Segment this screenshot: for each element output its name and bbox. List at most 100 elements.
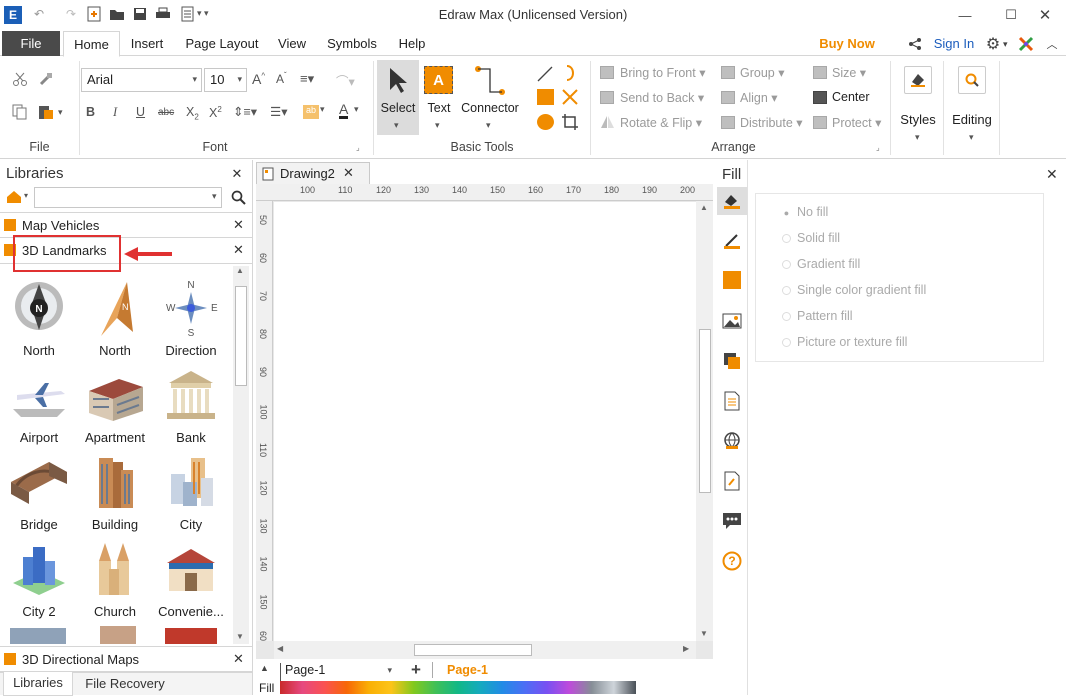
line-property-icon[interactable] bbox=[717, 227, 747, 255]
copy-icon[interactable] bbox=[10, 102, 30, 122]
search-dropdown-icon[interactable]: ▾ bbox=[212, 191, 217, 202]
fill-option-gradient-fill[interactable]: Gradient fill bbox=[782, 257, 860, 271]
tab-symbols[interactable]: Symbols bbox=[321, 31, 383, 56]
library-item-airport[interactable]: Airport bbox=[1, 359, 77, 446]
library-item-direction[interactable]: N S W E Direction bbox=[153, 272, 229, 359]
close-libraries-icon[interactable]: ✕ bbox=[229, 166, 245, 182]
library-item-apartment[interactable]: Apartment bbox=[77, 359, 153, 446]
horizontal-scroll-thumb[interactable] bbox=[414, 644, 532, 656]
send-to-back-button[interactable]: Send to Back ▾ bbox=[620, 90, 704, 105]
page-select[interactable]: Page-1 ▾ bbox=[280, 663, 396, 681]
sign-in-link[interactable]: Sign In bbox=[930, 31, 978, 56]
text-tool-button[interactable]: A Text ▾ bbox=[421, 60, 457, 135]
rectangle-tool-icon[interactable] bbox=[537, 89, 554, 105]
tab-file-recovery[interactable]: File Recovery bbox=[78, 673, 172, 695]
font-color-dropdown-icon[interactable]: ▾ bbox=[354, 104, 359, 115]
hyperlink-property-icon[interactable] bbox=[717, 427, 747, 455]
subscript-icon[interactable]: X2 bbox=[186, 105, 199, 122]
styles-button[interactable]: Styles ▾ bbox=[893, 60, 943, 150]
fill-option-single-color-gradient-fill[interactable]: Single color gradient fill bbox=[782, 283, 926, 297]
share-icon[interactable] bbox=[906, 35, 924, 53]
grow-font-icon[interactable]: A^ bbox=[252, 71, 265, 87]
tab-insert[interactable]: Insert bbox=[124, 31, 170, 56]
highlight-dropdown-icon[interactable]: ▾ bbox=[320, 104, 325, 115]
bring-to-front-button[interactable]: Bring to Front ▾ bbox=[620, 65, 705, 80]
text-align-icon[interactable]: ≡▾ bbox=[300, 71, 314, 87]
attachment-property-icon[interactable] bbox=[717, 467, 747, 495]
protect-button[interactable]: Protect ▾ bbox=[832, 115, 881, 130]
image-property-icon[interactable] bbox=[717, 307, 747, 335]
ellipse-tool-icon[interactable] bbox=[537, 114, 554, 130]
tab-libraries[interactable]: Libraries bbox=[3, 672, 73, 696]
document-tab[interactable]: Drawing2 ✕ bbox=[256, 162, 370, 184]
close-section-icon[interactable]: ✕ bbox=[233, 651, 244, 667]
library-scrollbar[interactable]: ▲ ▼ bbox=[233, 266, 249, 644]
drawing-page[interactable] bbox=[274, 202, 696, 641]
rotate-flip-button[interactable]: Rotate & Flip ▾ bbox=[620, 115, 702, 130]
home-icon[interactable] bbox=[5, 188, 23, 206]
center-button[interactable]: Center bbox=[832, 90, 870, 104]
format-painter-icon[interactable] bbox=[36, 69, 56, 89]
bold-icon[interactable]: B bbox=[86, 105, 95, 119]
fill-option-solid-fill[interactable]: Solid fill bbox=[782, 231, 840, 245]
horizontal-scrollbar[interactable]: ◀ ▶ bbox=[274, 641, 696, 659]
paste-dropdown-icon[interactable]: ▾ bbox=[58, 107, 63, 118]
arrange-dialog-launcher-icon[interactable]: ⌟ bbox=[876, 143, 880, 152]
cross-tool-icon[interactable] bbox=[561, 88, 579, 106]
color-palette[interactable] bbox=[280, 681, 636, 694]
minimize-button[interactable]: — bbox=[942, 0, 988, 30]
paste-icon[interactable] bbox=[36, 102, 56, 122]
close-fill-pane-icon[interactable]: ✕ bbox=[1046, 166, 1058, 183]
page-collapse-icon[interactable]: ▲ bbox=[260, 663, 269, 673]
fill-option-no-fill[interactable]: ● No fill bbox=[782, 205, 828, 219]
apps-icon[interactable] bbox=[1017, 35, 1035, 53]
italic-icon[interactable]: I bbox=[113, 105, 117, 120]
font-size-select[interactable]: 10 ▾ bbox=[204, 68, 247, 92]
align-button[interactable]: Align ▾ bbox=[740, 90, 778, 105]
tab-page-layout[interactable]: Page Layout bbox=[178, 31, 266, 56]
close-section-icon[interactable]: ✕ bbox=[233, 242, 244, 258]
shadow-property-icon[interactable] bbox=[723, 271, 741, 289]
connector-tool-button[interactable]: Connector ▾ bbox=[459, 60, 521, 135]
library-item-church[interactable]: Church bbox=[77, 533, 153, 620]
line-spacing-icon[interactable]: ⇕≡▾ bbox=[233, 104, 257, 119]
close-document-icon[interactable]: ✕ bbox=[343, 165, 354, 181]
text-direction-icon[interactable]: ⌒▾ bbox=[336, 71, 355, 90]
cut-icon[interactable] bbox=[10, 69, 30, 89]
vertical-scrollbar[interactable]: ▲ ▼ bbox=[696, 201, 713, 641]
group-button[interactable]: Group ▾ bbox=[740, 65, 785, 80]
settings-gear-icon[interactable]: ⚙ bbox=[983, 34, 1003, 54]
settings-dropdown-icon[interactable]: ▾ bbox=[1003, 39, 1008, 50]
font-color-icon[interactable]: A bbox=[339, 102, 349, 119]
fill-option-picture-or-texture-fill[interactable]: Picture or texture fill bbox=[782, 335, 907, 349]
crop-tool-icon[interactable] bbox=[561, 113, 579, 131]
fill-option-pattern-fill[interactable]: Pattern fill bbox=[782, 309, 853, 323]
library-item-city[interactable]: City bbox=[153, 446, 229, 533]
vertical-scroll-thumb[interactable] bbox=[699, 329, 711, 493]
tab-file[interactable]: File bbox=[2, 31, 60, 56]
close-button[interactable]: ✕ bbox=[1022, 0, 1066, 30]
buy-now-link[interactable]: Buy Now bbox=[815, 31, 879, 56]
editing-button[interactable]: Editing ▾ bbox=[945, 60, 999, 150]
search-icon[interactable] bbox=[229, 188, 247, 206]
library-section-3d-directional-maps[interactable]: 3D Directional Maps ✕ bbox=[0, 646, 252, 672]
size-button[interactable]: Size ▾ bbox=[832, 65, 866, 80]
collapse-ribbon-icon[interactable]: ︿ bbox=[1043, 35, 1061, 53]
library-item-bank[interactable]: Bank bbox=[153, 359, 229, 446]
library-search-input[interactable] bbox=[34, 187, 222, 208]
home-dropdown-icon[interactable]: ▾ bbox=[24, 191, 28, 200]
superscript-icon[interactable]: X2 bbox=[209, 105, 222, 120]
shrink-font-icon[interactable]: Aˇ bbox=[276, 71, 287, 86]
text-highlight-icon[interactable]: ab bbox=[303, 105, 319, 119]
font-dialog-launcher-icon[interactable]: ⌟ bbox=[356, 143, 360, 152]
tab-view[interactable]: View bbox=[271, 31, 313, 56]
library-item-north-arrow[interactable]: N North bbox=[77, 272, 153, 359]
underline-icon[interactable]: U bbox=[136, 105, 145, 119]
line-tool-icon[interactable] bbox=[536, 65, 554, 83]
font-name-select[interactable]: Arial ▾ bbox=[81, 68, 202, 92]
comment-property-icon[interactable] bbox=[717, 507, 747, 535]
fill-property-icon[interactable] bbox=[717, 187, 747, 215]
distribute-button[interactable]: Distribute ▾ bbox=[740, 115, 803, 130]
library-item-bridge[interactable]: Bridge bbox=[1, 446, 77, 533]
tab-help[interactable]: Help bbox=[392, 31, 432, 56]
